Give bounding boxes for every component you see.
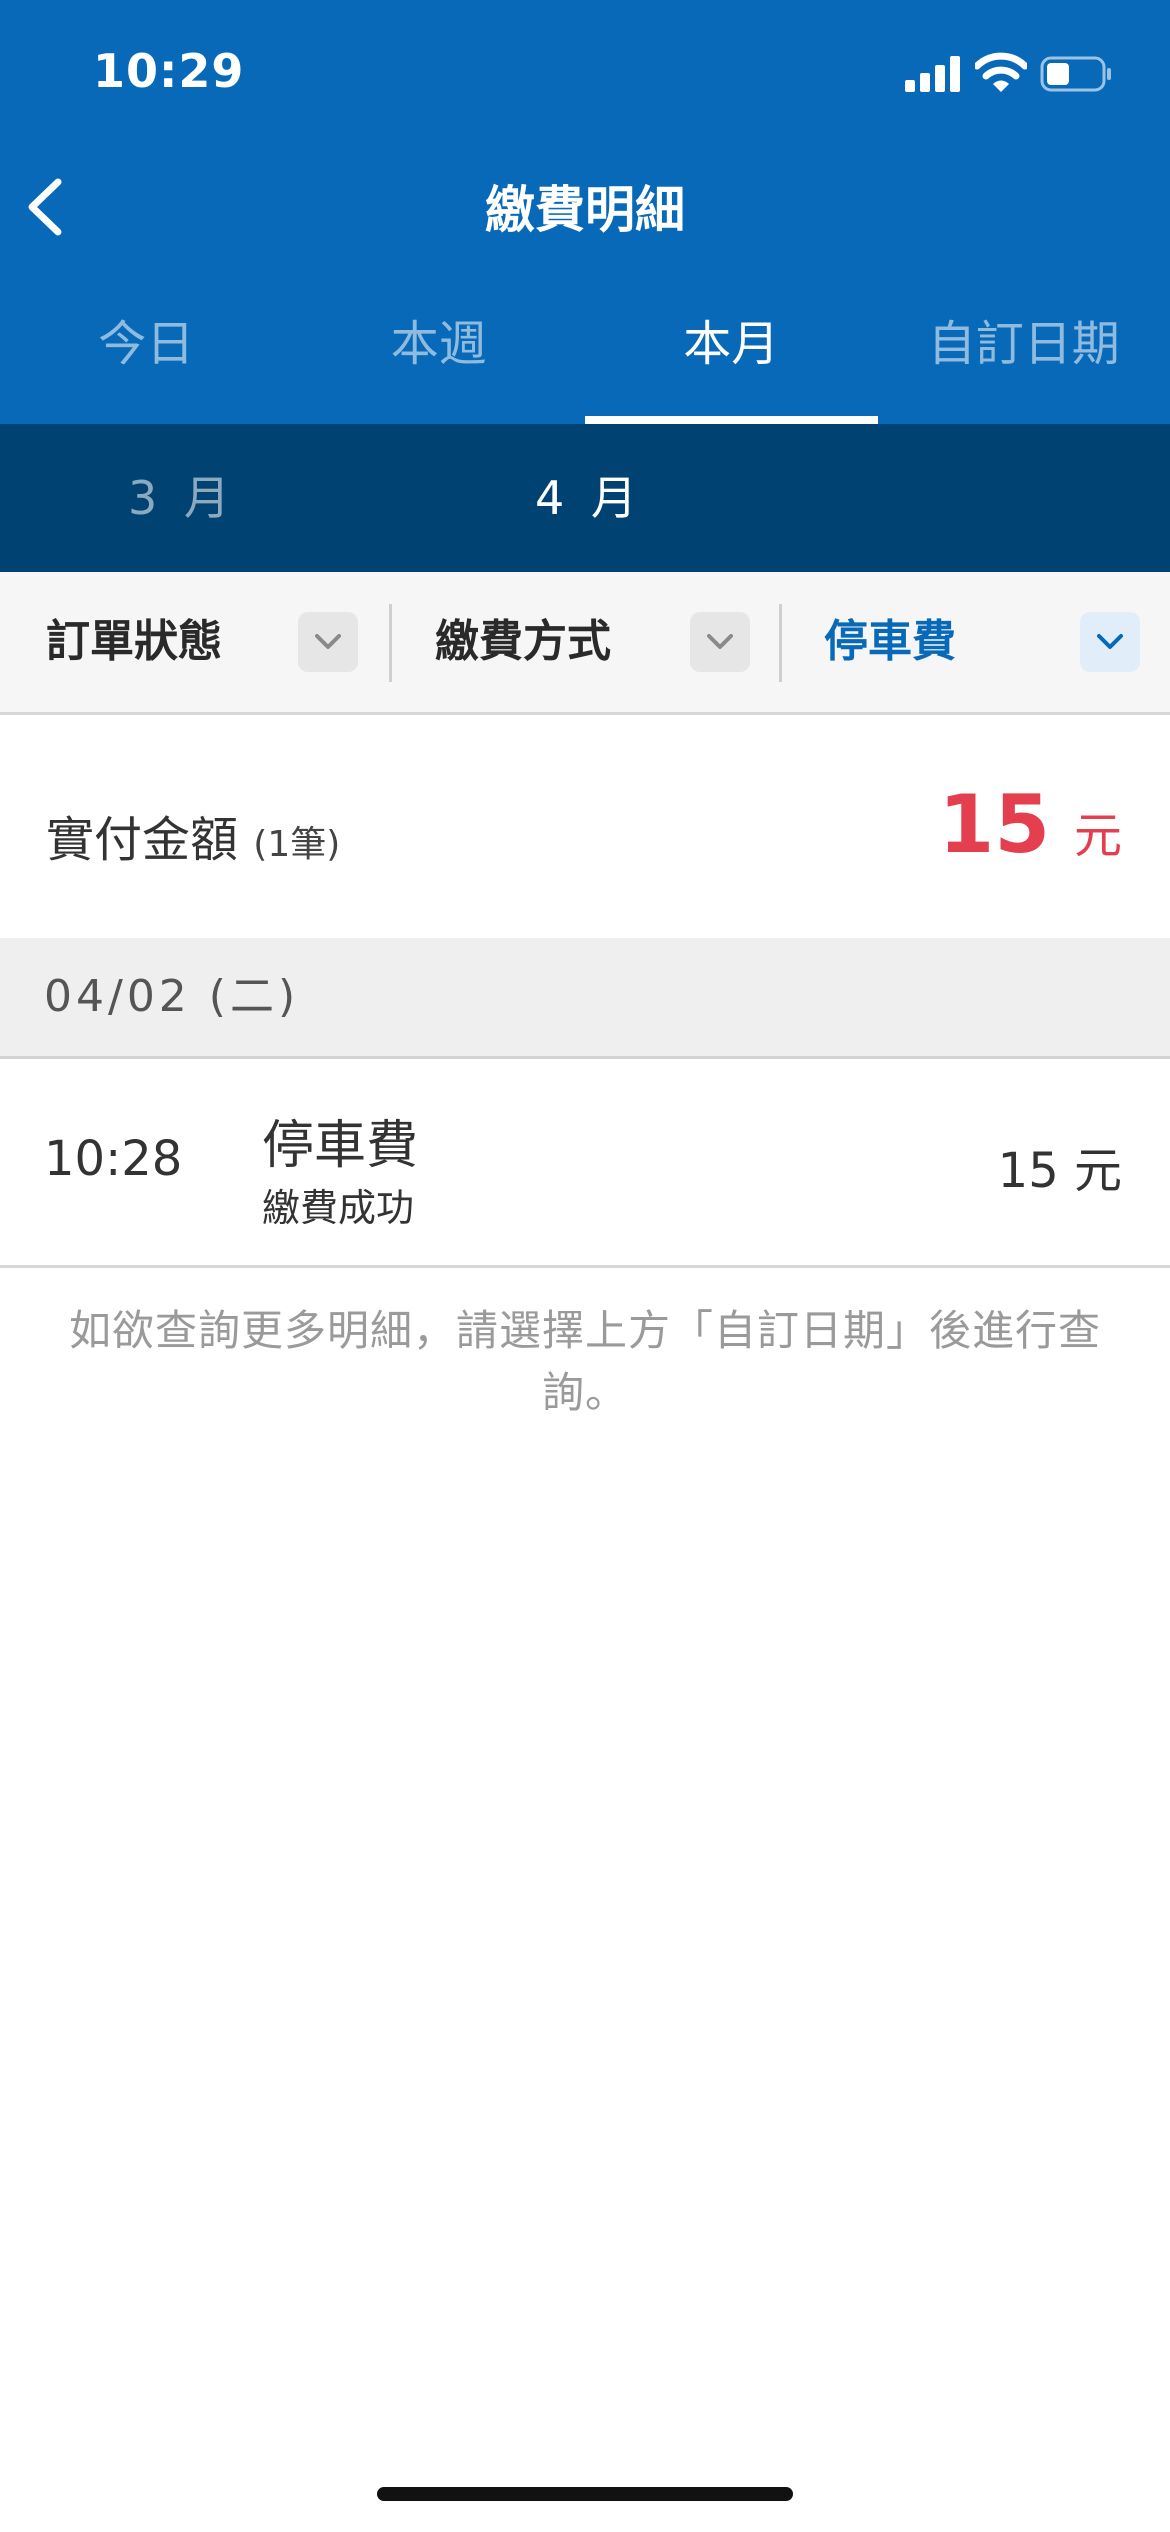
order-status-filter[interactable]: 訂單狀態	[46, 572, 358, 712]
paid-amount-text: 實付金額	[46, 812, 239, 868]
paid-amount-number: 15	[938, 778, 1050, 871]
header: 10:29 繳費明細 今日 本週 本月 自訂日期	[0, 0, 1170, 424]
payment-method-label: 繳費方式	[435, 616, 611, 667]
tab-this-month[interactable]: 本月	[585, 296, 878, 424]
cellular-signal-icon	[905, 56, 960, 92]
transaction-time: 10:28	[44, 1131, 183, 1187]
paid-amount-label: 實付金額 (1筆)	[46, 800, 340, 870]
wifi-icon	[975, 52, 1027, 92]
transaction-row[interactable]: 10:28 停車費 繳費成功 15 元	[0, 1059, 1170, 1268]
tab-today[interactable]: 今日	[0, 296, 293, 424]
category-filter[interactable]: 停車費	[824, 572, 1140, 712]
transaction-name: 停車費	[262, 1116, 419, 1176]
transaction-status: 繳費成功	[262, 1186, 415, 1230]
chevron-down-icon	[690, 612, 750, 672]
date-group-label: 04/02 (二)	[44, 971, 300, 1022]
transaction-amount: 15 元	[997, 1143, 1122, 1199]
date-group-header: 04/02 (二)	[0, 938, 1170, 1059]
period-tabs: 今日 本週 本月 自訂日期	[0, 296, 1170, 424]
category-label: 停車費	[824, 616, 956, 667]
order-status-label: 訂單狀態	[46, 616, 222, 667]
paid-amount-value: 15 元	[939, 778, 1122, 871]
month-march[interactable]: 3 月	[128, 424, 236, 572]
paid-amount-unit: 元	[1073, 808, 1122, 864]
chevron-down-icon	[1080, 612, 1140, 672]
chevron-down-icon	[298, 612, 358, 672]
month-april[interactable]: 4 月	[535, 424, 643, 572]
month-selector: 3 月 4 月	[0, 424, 1170, 572]
page-title: 繳費明細	[485, 181, 685, 239]
tab-custom-date[interactable]: 自訂日期	[878, 296, 1170, 424]
payment-method-filter[interactable]: 繳費方式	[435, 572, 751, 712]
home-indicator[interactable]	[377, 2487, 793, 2501]
filter-divider	[389, 604, 392, 682]
filter-divider	[779, 604, 782, 682]
query-hint: 如欲查詢更多明細，請選擇上方「自訂日期」後進行查詢。	[68, 1306, 1101, 1417]
record-count: (1筆)	[253, 824, 341, 865]
status-time: 10:29	[93, 44, 245, 98]
tab-this-week[interactable]: 本週	[293, 296, 586, 424]
battery-icon	[1040, 56, 1111, 92]
filter-bar: 訂單狀態 繳費方式 停車費	[0, 572, 1170, 715]
